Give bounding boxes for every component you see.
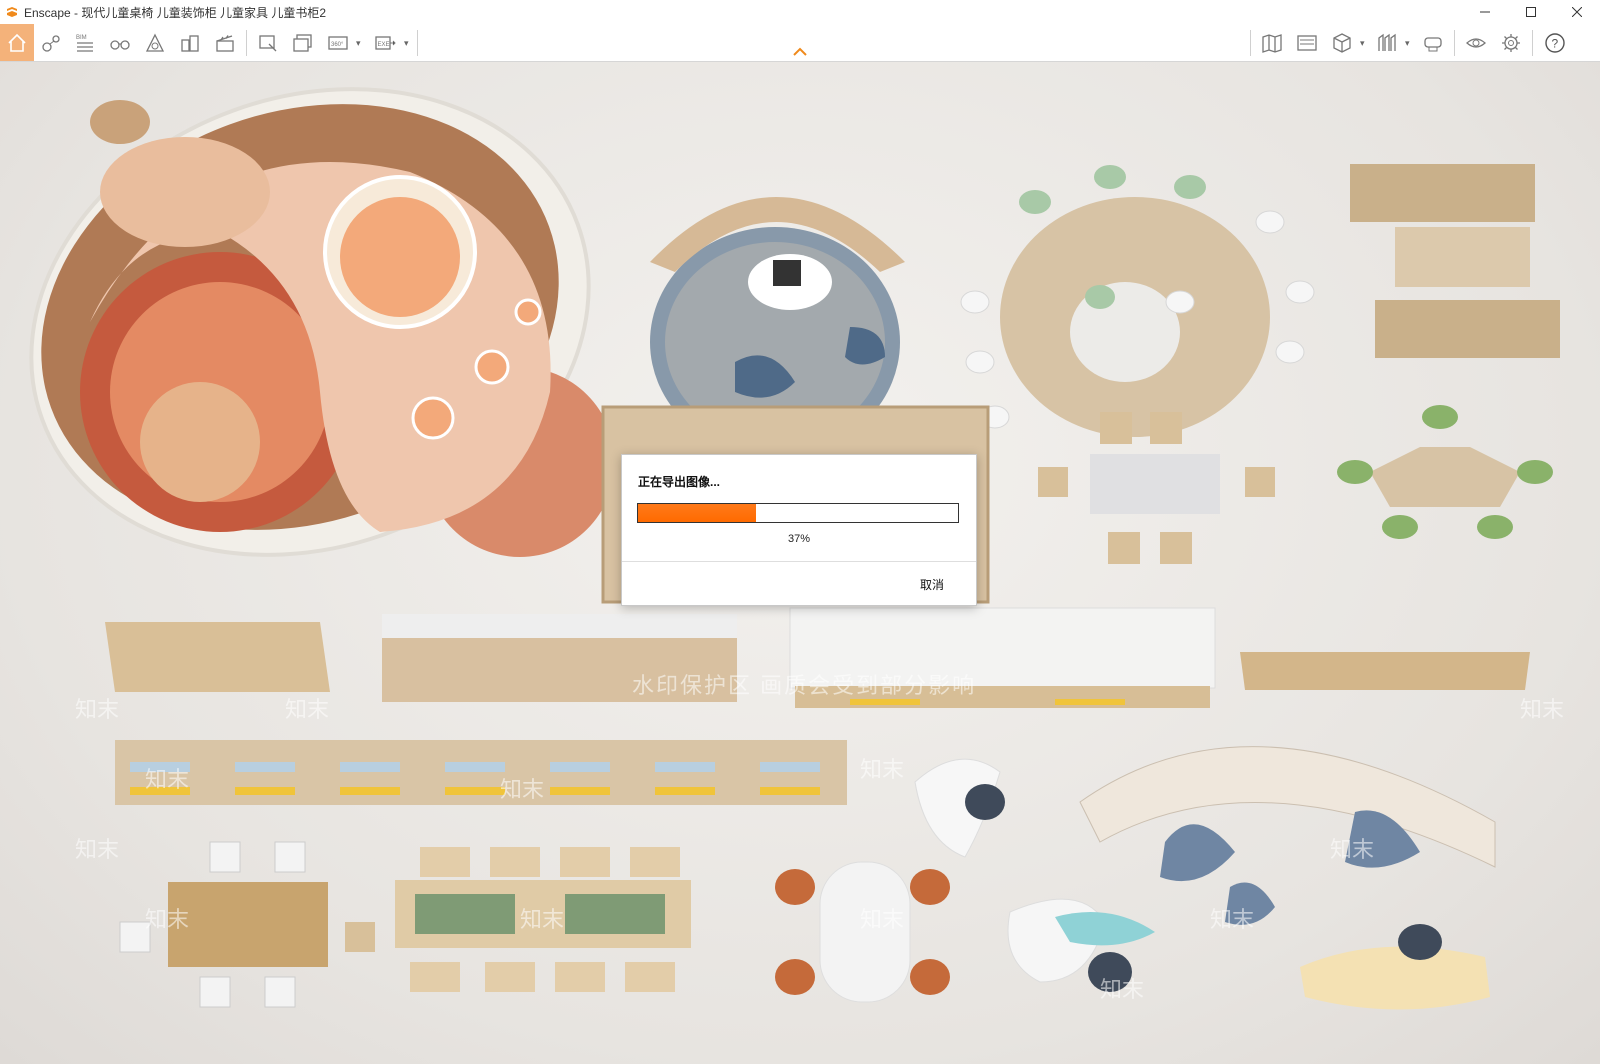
enscape-logo-icon <box>7 7 17 17</box>
buildings-button[interactable] <box>175 28 205 58</box>
screenshot-icon <box>259 35 277 52</box>
dialog-title: 正在导出图像... <box>638 475 721 489</box>
binoculars-button[interactable] <box>105 28 135 58</box>
watermark-text: 知末 <box>75 837 120 862</box>
buildings-icon <box>181 35 199 52</box>
vr-headset-icon <box>1424 37 1442 52</box>
settings-icon <box>1502 34 1520 52</box>
clapper-button[interactable] <box>210 28 240 58</box>
views-button[interactable] <box>1372 28 1402 58</box>
watermark-text: 知末 <box>860 907 905 932</box>
svg-text:BIM: BIM <box>76 35 87 41</box>
maximize-icon <box>1526 7 1536 17</box>
bim-icon: BIM <box>76 35 93 52</box>
asset-library-button[interactable] <box>140 28 170 58</box>
watermark-text: 知末 <box>1210 907 1255 932</box>
progress-bar-fill <box>638 504 757 522</box>
home-icon <box>8 33 26 52</box>
toolbar-separator <box>1532 30 1533 56</box>
map-button[interactable] <box>1257 28 1287 58</box>
chevron-down-icon[interactable]: ▾ <box>1405 38 1410 49</box>
navigation-icon <box>42 35 60 52</box>
close-icon <box>1572 7 1582 17</box>
binoculars-icon <box>110 40 130 50</box>
panorama-icon: 360° <box>328 36 348 50</box>
watermark-text: 知末 <box>1100 977 1145 1002</box>
close-button[interactable] <box>1554 0 1600 24</box>
cube-button[interactable] <box>1327 28 1357 58</box>
batch-render-icon <box>293 34 312 52</box>
watermark-text: 知末 <box>285 697 330 722</box>
window-title: Enscape - 现代儿童桌椅 儿童装饰柜 儿童家具 儿童书柜2 <box>24 5 327 20</box>
title-bar: Enscape - 现代儿童桌椅 儿童装饰柜 儿童家具 儿童书柜2 <box>0 0 1600 24</box>
toolbar-separator <box>246 30 247 56</box>
watermark-notice: 水印保护区 画质会受到部分影响 <box>632 673 977 698</box>
watermark-text: 知末 <box>145 767 190 792</box>
export-button[interactable]: EXE <box>370 28 400 58</box>
export-progress-dialog: 正在导出图像... 37% 取消 <box>621 454 977 606</box>
minimize-icon <box>1480 11 1490 13</box>
atmosphere-button[interactable] <box>1292 28 1322 58</box>
visual-settings-button[interactable] <box>1461 28 1491 58</box>
visual-settings-icon <box>1466 38 1486 48</box>
svg-text:?: ? <box>1552 37 1559 51</box>
views-icon <box>1378 33 1396 51</box>
watermark-text: 知末 <box>860 757 905 782</box>
vr-headset-button[interactable] <box>1418 28 1448 58</box>
batch-render-button[interactable] <box>288 28 318 58</box>
watermark-text: 知末 <box>1330 837 1375 862</box>
watermark-text: 知末 <box>500 777 545 802</box>
cancel-button[interactable]: 取消 <box>920 576 944 593</box>
toolbar-separator <box>1250 30 1251 56</box>
watermark-text: 知末 <box>75 697 120 722</box>
watermark-text: 知末 <box>520 907 565 932</box>
asset-library-icon <box>145 33 165 52</box>
cube-icon <box>1333 33 1351 53</box>
settings-button[interactable] <box>1496 28 1526 58</box>
help-button[interactable]: ? <box>1540 28 1570 58</box>
progress-percent: 37% <box>787 533 811 545</box>
chevron-down-icon[interactable]: ▾ <box>1360 38 1365 49</box>
export-icon: EXE <box>375 36 396 50</box>
watermark-text: 知末 <box>1520 697 1565 722</box>
toolbar-separator <box>1454 30 1455 56</box>
svg-text:EXE: EXE <box>378 42 390 48</box>
dialog-divider <box>622 561 976 562</box>
chevron-down-icon[interactable]: ▾ <box>356 38 361 49</box>
map-icon <box>1262 34 1282 53</box>
maximize-button[interactable] <box>1508 0 1554 24</box>
minimize-button[interactable] <box>1462 0 1508 24</box>
home-button[interactable] <box>0 24 34 61</box>
bim-button[interactable]: BIM <box>70 28 100 58</box>
svg-text:360°: 360° <box>331 42 344 48</box>
screenshot-button[interactable] <box>253 28 283 58</box>
help-icon: ? <box>1545 33 1565 53</box>
panorama-button[interactable]: 360° <box>323 28 353 58</box>
chevron-down-icon[interactable]: ▾ <box>404 38 409 49</box>
atmosphere-icon <box>1297 35 1317 51</box>
progress-bar <box>637 503 959 523</box>
watermark-text: 知末 <box>145 907 190 932</box>
chevron-up-icon[interactable] <box>792 46 808 58</box>
toolbar-separator <box>417 30 418 56</box>
clapper-icon <box>216 35 234 52</box>
navigation-button[interactable] <box>36 28 66 58</box>
